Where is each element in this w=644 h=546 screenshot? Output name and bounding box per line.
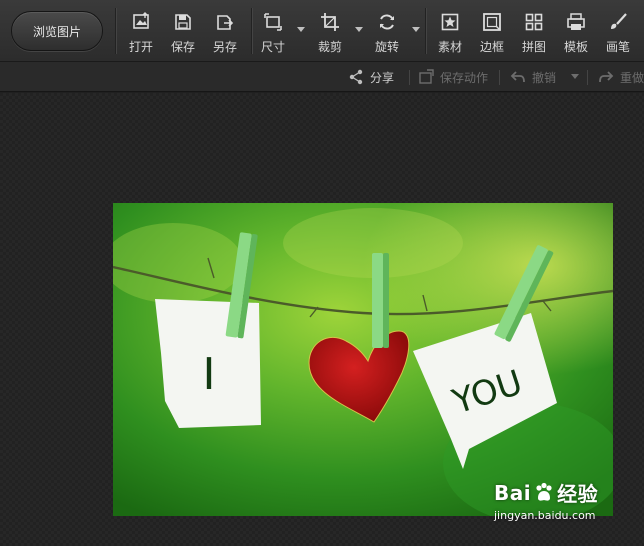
collage-label: 拼图	[521, 40, 546, 54]
save-action-label: 保存动作	[440, 70, 489, 85]
undo-button[interactable]: 撤销	[510, 62, 556, 92]
action-bar: 分享 保存动作 撤销 重做	[0, 62, 644, 92]
toolbar-separator	[425, 8, 426, 54]
browse-images-button[interactable]: 浏览图片	[11, 11, 103, 51]
frame-icon	[483, 13, 501, 31]
collage-icon	[525, 13, 543, 31]
material-icon	[441, 13, 459, 31]
resize-button[interactable]: 尺寸	[253, 8, 293, 56]
edited-photo[interactable]: I YOU	[113, 203, 613, 516]
undo-label: 撤销	[532, 70, 557, 85]
save-as-label: 另存	[212, 40, 237, 54]
template-button[interactable]: 模板	[556, 8, 596, 56]
watermark-brand-suffix: 经验	[557, 482, 599, 506]
rotate-label: 旋转	[374, 40, 399, 54]
subbar-separator	[409, 70, 410, 85]
material-button[interactable]: 素材	[430, 8, 470, 56]
main-toolbar: 浏览图片 打开 保存 另存 尺寸 裁剪 旋转 素材 边框 拼图 模板 画笔	[0, 0, 644, 62]
redo-icon	[599, 71, 614, 83]
open-label: 打开	[128, 40, 153, 54]
material-label: 素材	[437, 40, 462, 54]
save-as-button[interactable]: 另存	[205, 8, 245, 56]
collage-button[interactable]: 拼图	[514, 8, 554, 56]
undo-icon	[510, 71, 525, 83]
photo-image: I YOU	[113, 203, 613, 516]
rotate-icon	[380, 14, 394, 30]
share-icon	[349, 69, 363, 85]
redo-label: 重做	[620, 70, 644, 85]
open-button[interactable]: 打开	[121, 8, 161, 56]
resize-label: 尺寸	[260, 40, 285, 54]
save-label: 保存	[170, 40, 195, 54]
clothespin-middle	[372, 253, 389, 348]
save-button[interactable]: 保存	[163, 8, 203, 56]
resize-icon	[264, 13, 282, 31]
subbar-separator	[587, 70, 588, 85]
brush-icon	[611, 13, 627, 29]
watermark: Bai 经验 jingyan.baidu.com	[494, 478, 624, 523]
note-left-text: I	[203, 349, 216, 400]
editor-canvas[interactable]: I YOU Bai 经验 jingyan.baidu.com	[0, 93, 644, 546]
save-action-icon	[419, 69, 434, 84]
share-label: 分享	[370, 70, 395, 85]
resize-menu-chevron-down-icon[interactable]	[297, 27, 305, 33]
rotate-button[interactable]: 旋转	[367, 8, 407, 56]
template-icon	[567, 13, 585, 30]
frame-button[interactable]: 边框	[472, 8, 512, 56]
save-icon	[175, 14, 191, 30]
crop-icon	[321, 13, 339, 31]
watermark-logo: Bai 经验	[494, 478, 624, 507]
open-icon	[133, 12, 149, 29]
undo-menu-chevron-down-icon[interactable]	[571, 74, 579, 80]
watermark-brand-prefix: Bai	[494, 480, 532, 505]
save-as-icon	[217, 15, 234, 30]
save-action-button[interactable]: 保存动作	[418, 62, 488, 92]
redo-button[interactable]: 重做	[598, 62, 644, 92]
brush-button[interactable]: 画笔	[598, 8, 638, 56]
template-label: 模板	[563, 40, 588, 54]
watermark-url: jingyan.baidu.com	[494, 509, 596, 522]
brush-label: 画笔	[605, 40, 630, 54]
crop-menu-chevron-down-icon[interactable]	[355, 27, 363, 33]
paw-icon	[536, 482, 552, 501]
toolbar-separator	[251, 8, 252, 54]
frame-label: 边框	[479, 40, 504, 54]
share-button[interactable]: 分享	[348, 62, 394, 92]
toolbar-separator	[115, 8, 116, 54]
crop-label: 裁剪	[317, 40, 342, 54]
subbar-separator	[499, 70, 500, 85]
crop-button[interactable]: 裁剪	[310, 8, 350, 56]
rotate-menu-chevron-down-icon[interactable]	[412, 27, 420, 33]
